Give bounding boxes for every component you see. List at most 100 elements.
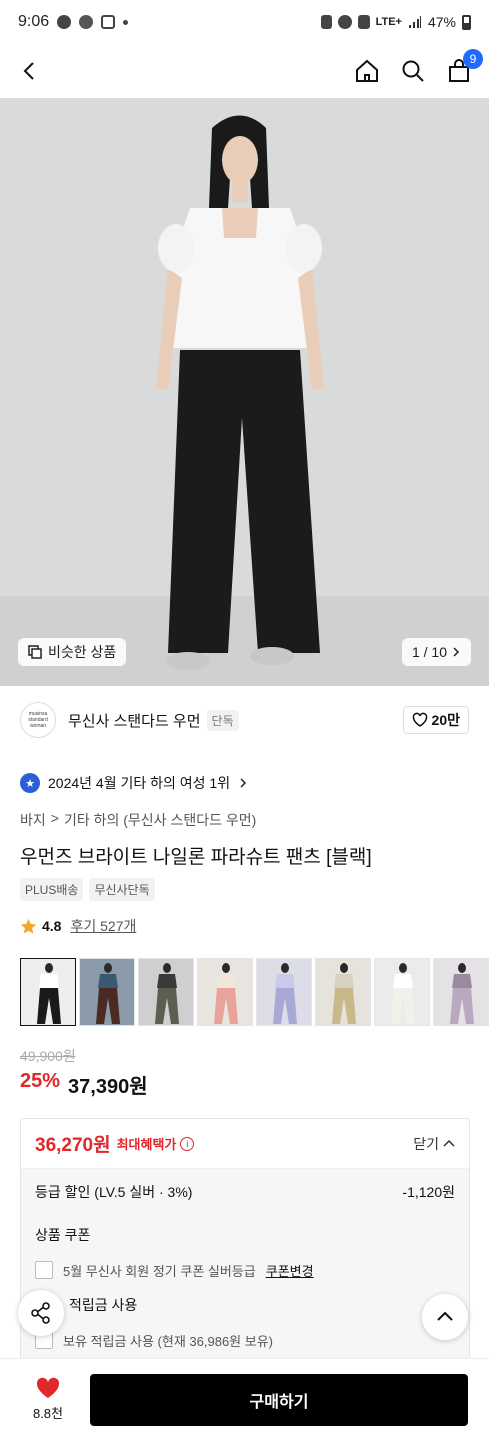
- search-icon: [402, 60, 424, 82]
- cloud-icon: [79, 15, 94, 29]
- home-icon: [356, 59, 378, 82]
- heart-outline-icon: [412, 712, 427, 727]
- price-row: 25% 37,390원: [20, 1070, 148, 1099]
- alarm-icon: [337, 15, 352, 29]
- breadcrumb-item[interactable]: 기타 하의 (무신사 스탠다드 우먼): [64, 810, 256, 830]
- network-label: LTE+: [375, 16, 402, 28]
- instagram-icon: [101, 15, 116, 29]
- star-icon: [20, 918, 37, 933]
- cart-button[interactable]: 9: [443, 49, 483, 87]
- collapse-toggle[interactable]: 닫기: [413, 1134, 455, 1154]
- chevron-up-icon: [437, 1311, 453, 1321]
- thumbnail-photo: [391, 963, 415, 1024]
- chevron-right-icon: [453, 647, 460, 657]
- thumbnail-photo: [37, 963, 61, 1024]
- coupon-change-link[interactable]: 쿠폰변경: [266, 1261, 314, 1280]
- brand-exclusive-tag: 단독: [206, 709, 239, 731]
- benefit-details: 등급 할인 (LV.5 실버 · 3%) -1,120원 상품 쿠폰 5월 무신…: [21, 1169, 469, 1377]
- brand-name[interactable]: 무신사 스탠다드 우먼: [68, 710, 201, 731]
- share-button[interactable]: [18, 1290, 64, 1336]
- color-thumbnails: [20, 958, 489, 1026]
- chevron-up-icon: [443, 1139, 455, 1147]
- breadcrumb: 바지 > 기타 하의 (무신사 스탠다드 우먼): [20, 810, 256, 830]
- wishlist-count: 8.8천: [32, 1406, 64, 1421]
- product-tags: PLUS배송 무신사단독: [20, 878, 155, 901]
- image-page-indicator[interactable]: 1 / 10: [401, 638, 471, 666]
- delivery-tag: PLUS배송: [20, 878, 84, 901]
- brand-logo-text: musinsa standard woman: [28, 711, 48, 729]
- original-price: 49,900원: [20, 1048, 76, 1064]
- discount-rate: 25%: [20, 1070, 61, 1092]
- brand-like-count: 20만: [431, 712, 460, 728]
- breadcrumb-item[interactable]: 바지: [20, 810, 46, 830]
- wishlist-button[interactable]: 8.8천: [18, 1377, 78, 1422]
- grade-discount-value: -1,120원: [402, 1184, 455, 1200]
- coupon-option[interactable]: 5월 무신사 회원 정기 쿠폰 실버등급 쿠폰변경: [35, 1255, 455, 1285]
- cart-count-badge: 9: [463, 49, 483, 69]
- thumbnail-photo: [96, 963, 120, 1024]
- home-button[interactable]: [351, 55, 383, 87]
- back-button[interactable]: [14, 55, 46, 87]
- ranking-badge[interactable]: ★ 2024년 4월 기타 하의 여성 1위: [20, 770, 248, 796]
- coupon-checkbox[interactable]: [35, 1261, 53, 1279]
- share-icon: [31, 1302, 50, 1324]
- thumbnail-photo: [273, 963, 297, 1024]
- copy-icon: [28, 645, 42, 659]
- similar-products-label: 비슷한 상품: [48, 644, 117, 660]
- thumbnail-photo: [155, 963, 179, 1024]
- brand-like-button[interactable]: 20만: [402, 706, 469, 734]
- battery-percent: 47%: [427, 14, 456, 30]
- bottom-action-bar: 8.8천 구매하기: [0, 1358, 489, 1440]
- search-button[interactable]: [397, 55, 429, 87]
- product-image-carousel[interactable]: 비슷한 상품 1 / 10: [0, 98, 489, 686]
- color-thumbnail[interactable]: [138, 958, 194, 1026]
- color-thumbnail[interactable]: [79, 958, 135, 1026]
- product-title: 우먼즈 브라이트 나일론 파라슈트 팬츠 [블랙]: [20, 847, 372, 868]
- points-section-title: 적립금 사용: [69, 1297, 138, 1313]
- color-thumbnail[interactable]: [374, 958, 430, 1026]
- color-thumbnail[interactable]: [315, 958, 371, 1026]
- battery-icon: [462, 14, 471, 30]
- heart-filled-icon: [36, 1377, 60, 1398]
- exclusive-tag: 무신사단독: [89, 878, 155, 901]
- max-benefit-price: 36,270원: [35, 1135, 111, 1156]
- chevron-left-icon: [23, 62, 34, 80]
- thumbnail-photo: [450, 963, 474, 1024]
- ranking-text: 2024년 4월 기타 하의 여성 1위: [48, 775, 231, 791]
- grade-discount-label: 등급 할인 (LV.5 실버 · 3%): [35, 1184, 193, 1200]
- image-page-text: 1 / 10: [411, 644, 447, 660]
- color-thumbnail[interactable]: [256, 958, 312, 1026]
- coupon-text: 5월 무신사 회원 정기 쿠폰 실버등급: [63, 1263, 256, 1279]
- scroll-top-button[interactable]: [422, 1294, 468, 1340]
- more-notifications-icon: [123, 19, 129, 25]
- color-thumbnail[interactable]: [433, 958, 489, 1026]
- thumbnail-photo: [332, 963, 356, 1024]
- brand-row: musinsa standard woman 무신사 스탠다드 우먼 단독 20…: [0, 698, 489, 742]
- review-link[interactable]: 후기 527개: [70, 916, 136, 936]
- rating-value: 4.8: [42, 918, 62, 934]
- buy-button[interactable]: 구매하기: [90, 1373, 468, 1426]
- collapse-label: 닫기: [413, 1135, 439, 1152]
- sale-price: 37,390원: [68, 1076, 148, 1098]
- status-time: 9:06: [18, 13, 50, 30]
- color-thumbnail[interactable]: [197, 958, 253, 1026]
- medal-icon: ★: [20, 773, 40, 793]
- max-benefit-header[interactable]: 36,270원 최대혜택가 i 닫기: [21, 1119, 469, 1169]
- model-photo: [156, 115, 324, 670]
- brand-logo[interactable]: musinsa standard woman: [20, 702, 56, 738]
- talk-notification-icon: [57, 15, 72, 29]
- coupon-section-title: 상품 쿠폰: [35, 1227, 91, 1243]
- rating-row: 4.8 후기 527개: [20, 916, 136, 936]
- info-icon[interactable]: i: [180, 1136, 195, 1151]
- lock-icon: [320, 15, 332, 29]
- similar-products-button[interactable]: 비슷한 상품: [18, 638, 127, 666]
- max-benefit-panel: 36,270원 최대혜택가 i 닫기 등급 할인 (LV.5 실버 · 3%) …: [20, 1118, 470, 1378]
- mute-icon: [357, 15, 370, 29]
- status-bar: 9:06 LTE+ 47%: [0, 0, 489, 44]
- points-option[interactable]: 보유 적립금 사용 (현재 36,986원 보유): [35, 1325, 455, 1355]
- top-nav: 9: [0, 44, 489, 98]
- color-thumbnail[interactable]: [20, 958, 76, 1026]
- max-benefit-label: 최대혜택가: [116, 1137, 177, 1152]
- signal-icon: [408, 16, 421, 28]
- points-text: 보유 적립금 사용 (현재 36,986원 보유): [63, 1333, 273, 1349]
